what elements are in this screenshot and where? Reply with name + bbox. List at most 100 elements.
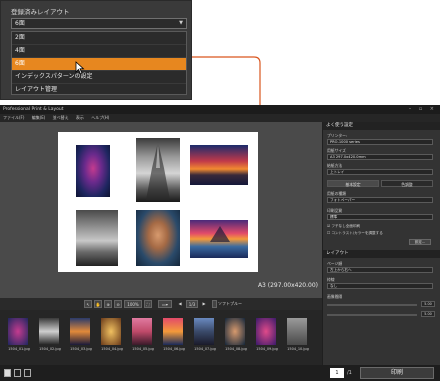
contrast-checkbox[interactable]: ☐ コントラスト/カラーを調整する	[327, 231, 383, 236]
settings-panel: よく使う設定 プリンター: PRO-1000 series 用紙サイズ A3 2…	[322, 122, 440, 365]
paper-sheet	[58, 132, 258, 272]
next-page-icon[interactable]: ▶	[200, 300, 208, 308]
thumb-caption: 1504_02.jpg	[39, 347, 61, 351]
thumb-image	[70, 318, 90, 345]
soft-proof-label: ソフトプルーフ	[218, 301, 242, 314]
filmstrip-thumb[interactable]: 1504_02.jpg	[37, 318, 61, 351]
section-header-layout[interactable]: レイアウト	[323, 250, 440, 258]
source-select[interactable]: 上トレイ	[327, 169, 433, 175]
filmstrip-thumb[interactable]: 1504_09.jpg	[254, 318, 278, 351]
layout-dropdown-callout: 登録済みレイアウト 6面 ▼ 2面 4面 6面 インデックスパターンの設定 レイ…	[0, 0, 192, 100]
chevron-down-icon[interactable]: ▼	[179, 19, 183, 28]
layout-option-manage[interactable]: レイアウト管理	[12, 84, 186, 97]
menu-edit[interactable]: 編集(E)	[32, 115, 46, 120]
thumb-caption: 1504_07.jpg	[194, 347, 216, 351]
window-controls[interactable]: – ▫ ×	[409, 105, 437, 114]
borderless-checkbox[interactable]: ☑ フチなし全面印刷	[327, 224, 360, 229]
page-number-input[interactable]: 1	[330, 368, 344, 378]
layout-photo-5[interactable]	[136, 210, 180, 266]
menu-file[interactable]: ファイル(F)	[3, 115, 24, 120]
layout-photo-3[interactable]	[190, 145, 248, 185]
page-indicator[interactable]: 1/3	[186, 300, 198, 308]
thumb-caption: 1504_04.jpg	[101, 347, 123, 351]
paper-size-select[interactable]: A3 297.0x420.0mm	[327, 154, 433, 160]
fit-page-icon[interactable]: ⛶	[144, 300, 152, 308]
layout-photo-1[interactable]	[76, 145, 110, 197]
print-button[interactable]: 印刷	[360, 367, 434, 379]
layout-photo-6[interactable]	[190, 220, 248, 258]
borderless-label: フチなし全面印刷	[331, 224, 361, 228]
menu-sort[interactable]: 並べ替え	[53, 115, 69, 120]
filmstrip-thumb[interactable]: 1504_10.jpg	[285, 318, 309, 351]
zoom-level-select[interactable]: 100%	[124, 300, 142, 308]
paper-size-label: A3 (297.00x420.00)	[257, 282, 318, 289]
thumb-caption: 1504_10.jpg	[287, 347, 309, 351]
filmstrip-thumb[interactable]: 1504_07.jpg	[192, 318, 216, 351]
dropdown-title: 登録済みレイアウト	[11, 8, 70, 16]
thumb-image	[194, 318, 214, 345]
settings-button[interactable]: 設定...	[409, 239, 431, 245]
thumb-image	[39, 318, 59, 345]
frame-select[interactable]: なし	[327, 283, 433, 289]
display-mode-icon[interactable]: ▭▾	[158, 300, 172, 308]
thumb-caption: 1504_06.jpg	[163, 347, 185, 351]
page-total: /1	[347, 370, 352, 376]
filmstrip: 1504_01.jpg 1504_02.jpg 1504_03.jpg 1504…	[0, 310, 322, 365]
quality-select[interactable]: 標準	[327, 214, 433, 220]
prev-page-icon[interactable]: ◀	[176, 300, 184, 308]
spacing-value-b[interactable]: 5.00	[421, 311, 435, 317]
zoom-in-icon[interactable]: ⊕	[104, 300, 112, 308]
spacing-slider-b[interactable]	[327, 314, 417, 316]
filmstrip-thumb[interactable]: 1504_06.jpg	[161, 318, 185, 351]
filmstrip-thumb[interactable]: 1504_03.jpg	[68, 318, 92, 351]
window-title: Professional Print & Layout	[3, 107, 64, 112]
app-window: Professional Print & Layout – ▫ × ファイル(F…	[0, 105, 440, 381]
layout-canvas: A3 (297.00x420.00)	[0, 122, 322, 298]
layout-select[interactable]: 6面 ▼	[11, 18, 187, 29]
layout-option-6[interactable]: 6面	[12, 58, 186, 71]
view-filmstrip-icon[interactable]	[14, 369, 21, 377]
media-select[interactable]: フォトペーパー	[327, 197, 433, 203]
thumb-image	[256, 318, 276, 345]
layout-options-list: 2面 4面 6面 インデックスパターンの設定 レイアウト管理	[11, 31, 187, 97]
thumb-caption: 1504_03.jpg	[70, 347, 92, 351]
menu-view[interactable]: 表示	[76, 115, 84, 120]
canvas-toolbar: ↖ ✋ ⊕ ⊖ 100% ⛶ ▭▾ ◀ 1/3 ▶ ソフトプルーフ	[0, 298, 322, 314]
thumb-image	[225, 318, 245, 345]
thumb-image	[8, 318, 28, 345]
printer-select[interactable]: PRO-1000 series	[327, 139, 433, 145]
hand-tool-icon[interactable]: ✋	[94, 300, 102, 308]
layout-select-value: 6面	[15, 20, 25, 27]
select-tool-icon[interactable]: ↖	[84, 300, 92, 308]
thumb-caption: 1504_05.jpg	[132, 347, 154, 351]
soft-proof-checkbox[interactable]	[212, 300, 217, 308]
thumb-image	[163, 318, 183, 345]
filmstrip-thumb[interactable]: 1504_08.jpg	[223, 318, 247, 351]
filmstrip-thumb[interactable]: 1504_05.jpg	[130, 318, 154, 351]
title-bar: Professional Print & Layout – ▫ ×	[0, 105, 440, 114]
mouse-cursor-icon	[75, 61, 85, 75]
menu-help[interactable]: ヘルプ(H)	[91, 115, 109, 120]
view-single-icon[interactable]	[4, 369, 11, 377]
section-header-frequent[interactable]: よく使う設定	[323, 122, 440, 130]
layout-option-index-pattern[interactable]: インデックスパターンの設定	[12, 71, 186, 84]
spacing-value-a[interactable]: 5.00	[421, 301, 435, 307]
tab-color-adjust[interactable]: 色調整	[381, 180, 433, 187]
tab-basic-settings[interactable]: 基本設定	[327, 180, 379, 187]
layout-photo-4[interactable]	[76, 210, 118, 266]
zoom-out-icon[interactable]: ⊖	[114, 300, 122, 308]
thumb-image	[101, 318, 121, 345]
layout-option-4[interactable]: 4面	[12, 45, 186, 58]
menu-bar: ファイル(F) 編集(E) 並べ替え 表示 ヘルプ(H)	[0, 114, 440, 122]
layout-option-2[interactable]: 2面	[12, 32, 186, 45]
thumb-image	[287, 318, 307, 345]
spacing-label: 画像間隔	[327, 294, 343, 299]
filmstrip-thumb[interactable]: 1504_01.jpg	[6, 318, 30, 351]
view-grid-icon[interactable]	[24, 369, 31, 377]
contrast-label: コントラスト/カラーを調整する	[331, 231, 383, 235]
status-bar: 1 /1 印刷	[0, 365, 440, 381]
layout-order-select[interactable]: 左上から右へ	[327, 267, 433, 273]
spacing-slider-a[interactable]	[327, 304, 417, 306]
layout-photo-2[interactable]	[136, 138, 180, 202]
filmstrip-thumb[interactable]: 1504_04.jpg	[99, 318, 123, 351]
